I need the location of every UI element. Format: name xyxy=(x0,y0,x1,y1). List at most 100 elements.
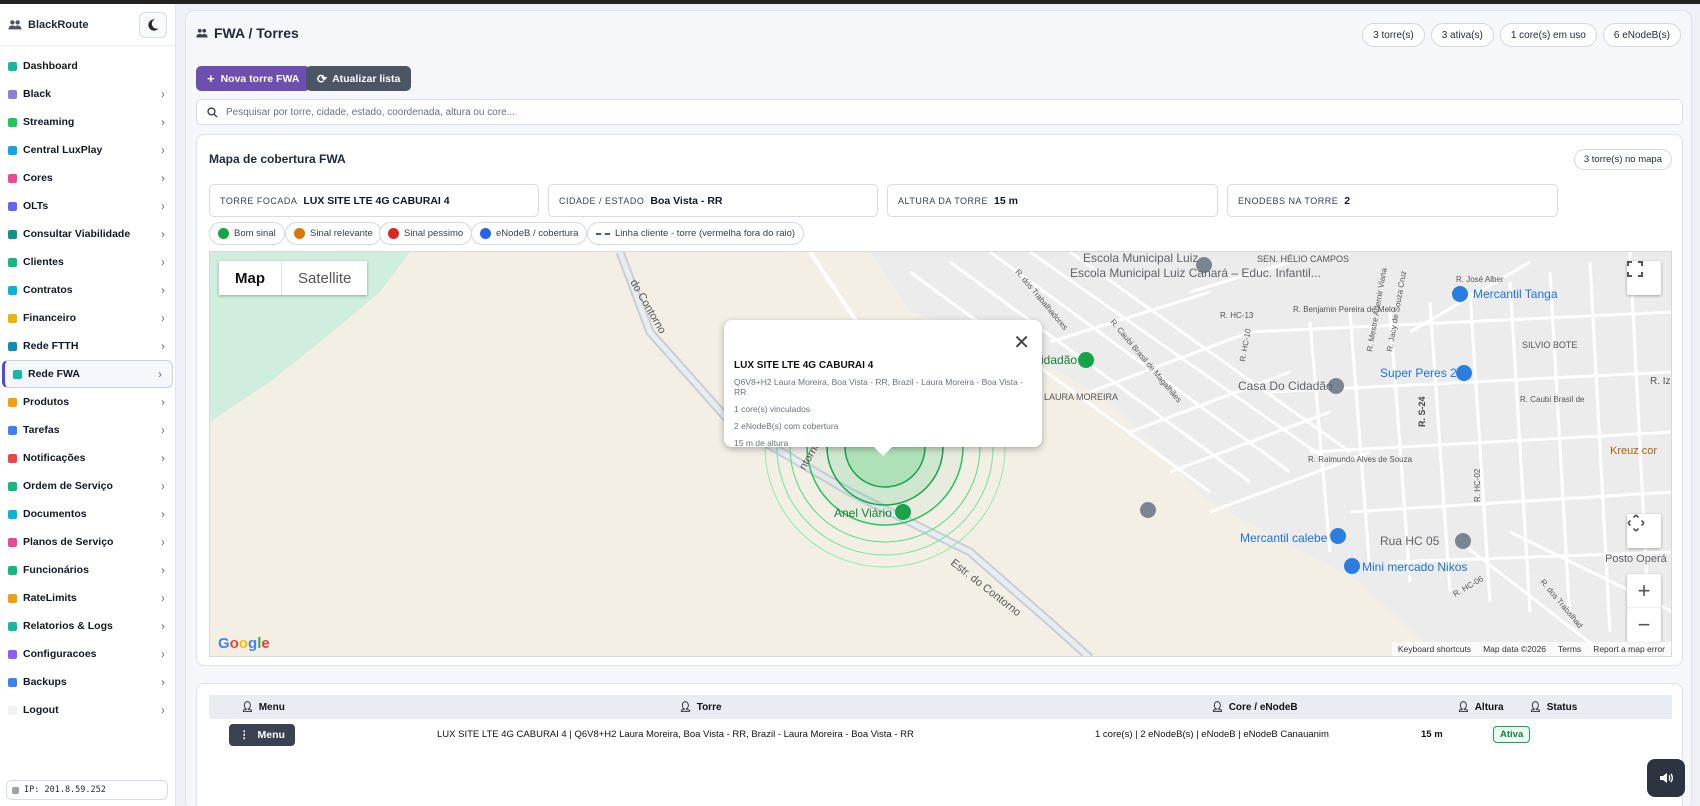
col-menu: 👤︎ Menu xyxy=(241,702,285,713)
new-tower-button[interactable]: + Nova torre FWA xyxy=(196,66,311,91)
menu-item-icon xyxy=(8,201,17,211)
menu-item-icon xyxy=(8,173,17,183)
user-icon: 👤︎ xyxy=(679,701,692,713)
refresh-list-button[interactable]: ⟳ Atualizar lista xyxy=(306,66,412,91)
map-tower-count: 3 torre(s) no mapa xyxy=(1573,149,1672,170)
sidebar-item-label: Rede FTTH xyxy=(23,340,79,352)
legend-good-signal: Bom sinal xyxy=(209,222,285,245)
sidebar-item-rede-ftth[interactable]: Rede FTTH › xyxy=(0,332,175,360)
map-label-mercantil-tanga: Mercantil Tanga xyxy=(1473,287,1558,301)
coverage-map-card: Mapa de cobertura FWA 3 torre(s) no mapa… xyxy=(196,134,1683,666)
info-key: CIDADE / ESTADO xyxy=(559,195,645,206)
move-icon xyxy=(1627,514,1645,532)
sidebar-item-produtos[interactable]: Produtos › xyxy=(0,388,175,416)
sidebar-item-label: Dashboard xyxy=(23,60,78,72)
sidebar-item-tarefas[interactable]: Tarefas › xyxy=(0,416,175,444)
map-card-title: Mapa de cobertura FWA xyxy=(209,152,346,166)
sidebar-item-central-luxplay[interactable]: Central LuxPlay › xyxy=(0,136,175,164)
legend-label: eNodeB / cobertura xyxy=(496,228,579,239)
theme-toggle-button[interactable] xyxy=(139,11,167,38)
popup-address: Q6V8+H2 Laura Moreira, Boa Vista - RR, B… xyxy=(734,377,1024,397)
report-error-link[interactable]: Report a map error xyxy=(1593,644,1665,654)
page-header: FWA / Torres xyxy=(196,25,299,41)
popup-cores: 1 core(s) vinculados xyxy=(734,404,811,414)
sidebar-item-funcion-rios[interactable]: Funcionários › xyxy=(0,556,175,584)
menu-item-icon xyxy=(8,425,17,435)
menu-item-icon xyxy=(8,481,17,491)
sidebar-item-dashboard[interactable]: Dashboard xyxy=(0,52,175,80)
menu-item-icon xyxy=(8,509,17,519)
sidebar-item-ordem-de-servi-o[interactable]: Ordem de Serviço › xyxy=(0,472,175,500)
map-data-text: Map data ©2026 xyxy=(1483,644,1547,654)
sidebar-item-notifica-es[interactable]: Notificações › xyxy=(0,444,175,472)
fullscreen-button[interactable] xyxy=(1627,261,1661,295)
map-label-mercantil-calebe: Mercantil calebe xyxy=(1240,531,1328,545)
zoom-out-button[interactable]: − xyxy=(1627,608,1661,642)
menu-item-icon xyxy=(8,117,17,127)
menu-item-icon xyxy=(8,257,17,267)
brand: BlackRoute xyxy=(0,4,175,46)
sidebar-item-olts[interactable]: OLTs › xyxy=(0,192,175,220)
sidebar-item-black[interactable]: Black › xyxy=(0,80,175,108)
header-menu-label: Menu xyxy=(258,701,285,713)
sidebar-item-rede-fwa[interactable]: Rede FWA › xyxy=(2,360,173,388)
sidebar-item-clientes[interactable]: Clientes › xyxy=(0,248,175,276)
popup-height: 15 m de altura xyxy=(734,438,789,448)
sidebar: BlackRoute Dashboard Black › Streaming › Cent… xyxy=(0,4,176,806)
network-icon xyxy=(12,786,19,794)
chevron-right-icon: › xyxy=(161,143,165,157)
col-altura: 👤︎ Altura xyxy=(1457,702,1504,713)
sidebar-item-label: Relatorios & Logs xyxy=(23,620,113,632)
tower-group-icon xyxy=(196,28,208,38)
sidebar-item-label: Planos de Serviço xyxy=(23,536,114,548)
sidebar-item-label: Logout xyxy=(23,704,59,716)
sidebar-item-label: Rede FWA xyxy=(28,368,80,380)
search-input[interactable] xyxy=(226,106,1626,118)
map-label-school-1: Escola Municipal Luiz xyxy=(1083,252,1198,265)
pill-cores: 1 core(s) em uso xyxy=(1499,23,1597,47)
sidebar-item-contratos[interactable]: Contratos › xyxy=(0,276,175,304)
search-icon xyxy=(207,106,218,117)
sound-button[interactable] xyxy=(1647,759,1685,797)
menu-item-icon xyxy=(8,89,17,99)
chevron-right-icon: › xyxy=(161,451,165,465)
sidebar-item-relatorios-logs[interactable]: Relatorios & Logs › xyxy=(0,612,175,640)
map-canvas: Escola Municipal Luiz Escola Municipal L… xyxy=(210,252,1671,656)
sidebar-item-backups[interactable]: Backups › xyxy=(0,668,175,696)
chevron-right-icon: › xyxy=(161,703,165,717)
sidebar-item-ratelimits[interactable]: RateLimits › xyxy=(0,584,175,612)
sidebar-item-financeiro[interactable]: Financeiro › xyxy=(0,304,175,332)
row-menu-button[interactable]: ⋮ Menu xyxy=(229,724,295,746)
sidebar-item-configuracoes[interactable]: Configuracoes › xyxy=(0,640,175,668)
sidebar-item-streaming[interactable]: Streaming › xyxy=(0,108,175,136)
sidebar-item-cores[interactable]: Cores › xyxy=(0,164,175,192)
chevron-right-icon: › xyxy=(161,115,165,129)
legend-dot-icon xyxy=(218,228,229,239)
sidebar-item-logout[interactable]: Logout › xyxy=(0,696,175,724)
map-type-map-button[interactable]: Map xyxy=(219,261,281,295)
info-city-state: CIDADE / ESTADO Boa Vista - RR xyxy=(548,184,878,217)
sidebar-item-planos-de-servi-o[interactable]: Planos de Serviço › xyxy=(0,528,175,556)
col-torre: 👤︎ Torre xyxy=(679,702,722,713)
keyboard-shortcuts-link[interactable]: Keyboard shortcuts xyxy=(1398,644,1471,654)
legend-label: Linha cliente - torre (vermelha fora do … xyxy=(615,228,796,239)
zoom-in-button[interactable]: + xyxy=(1627,574,1661,608)
header-torre-label: Torre xyxy=(696,701,722,713)
terms-link[interactable]: Terms xyxy=(1558,644,1581,654)
info-value: 15 m xyxy=(994,194,1018,207)
pill-enodebs: 6 eNodeB(s) xyxy=(1602,23,1681,47)
new-tower-label: Nova torre FWA xyxy=(220,72,300,85)
google-map[interactable]: Escola Municipal Luiz Escola Municipal L… xyxy=(209,251,1672,657)
sidebar-item-documentos[interactable]: Documentos › xyxy=(0,500,175,528)
recenter-button[interactable] xyxy=(1627,514,1661,548)
sidebar-item-consultar-viabilidade[interactable]: Consultar Viabilidade › xyxy=(0,220,175,248)
legend-dot-icon xyxy=(294,228,305,239)
sidebar-item-label: Black xyxy=(23,88,52,100)
google-logo: Google xyxy=(218,635,270,652)
map-label-super-peres: Super Peres 2 xyxy=(1380,366,1457,380)
sidebar-item-label: Funcionários xyxy=(23,564,89,576)
close-icon[interactable]: ✕ xyxy=(1013,330,1030,355)
chevron-right-icon: › xyxy=(161,395,165,409)
menu-item-icon xyxy=(8,537,17,547)
map-type-satellite-button[interactable]: Satellite xyxy=(281,261,367,295)
